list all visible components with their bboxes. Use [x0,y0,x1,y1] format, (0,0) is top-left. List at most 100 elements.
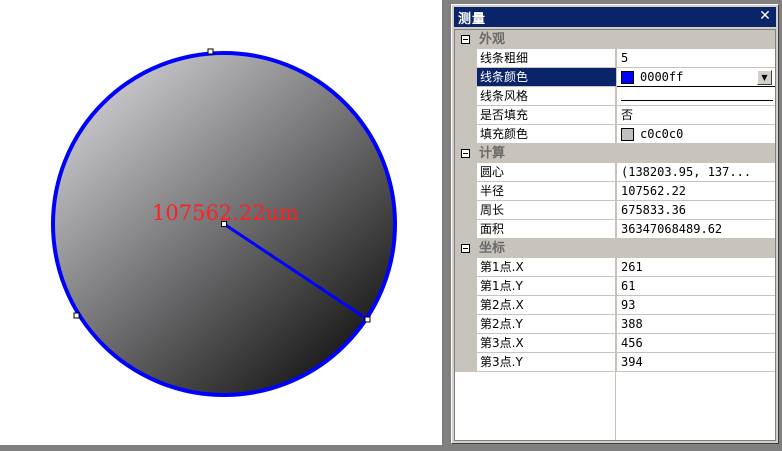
property-value-text: 0000ff [640,70,684,84]
property-row[interactable]: 第1点.Y 61 [455,277,775,296]
property-row[interactable]: 填充颜色 c0c0c0 [455,125,775,144]
row-gutter [455,353,477,372]
collapse-icon[interactable] [460,149,470,158]
property-value[interactable]: c0c0c0 [617,125,775,144]
row-gutter [455,125,477,144]
panel-title: 测量 [458,11,487,27]
category-label: 外观 [479,32,506,47]
property-name[interactable]: 第2点.X [477,296,617,315]
property-name[interactable]: 第3点.Y [477,353,617,372]
property-name[interactable]: 填充颜色 [477,125,617,144]
property-value-text: 394 [621,355,643,369]
category-toggle[interactable] [455,30,475,49]
category-toggle[interactable] [455,239,475,258]
row-gutter [455,220,477,239]
row-gutter [455,315,477,334]
property-value[interactable]: 61 [617,277,775,296]
row-gutter [455,68,477,87]
property-value-text: c0c0c0 [640,127,684,141]
line-style-preview [621,99,773,101]
property-name[interactable]: 线条颜色 [477,68,617,87]
measure-panel: 测量 ✕ 外观线条粗细 5 线条颜色 0000ff ▼ 线条风格 是否填充否填充颜色 c0c0… [451,4,779,444]
property-value-text: 93 [621,298,636,312]
property-row[interactable]: 第2点.Y 388 [455,315,775,334]
property-value-text: 36347068489.62 [621,222,723,236]
property-value[interactable]: (138203.95, 137... [617,163,775,182]
property-row[interactable]: 周长 675833.36 [455,201,775,220]
property-row[interactable]: 第3点.X 456 [455,334,775,353]
property-grid: 外观线条粗细 5 线条颜色 0000ff ▼ 线条风格 是否填充否填充颜色 c0c0c0 计算圆… [454,29,776,441]
property-value-text: 61 [621,279,636,293]
property-value[interactable]: 107562.22 [617,182,775,201]
property-name[interactable]: 第1点.X [477,258,617,277]
point-3-handle[interactable] [364,316,371,323]
row-gutter [455,182,477,201]
property-value[interactable]: 36347068489.62 [617,220,775,239]
radius-label: 107562.22um [152,201,299,225]
dropdown-arrow-icon[interactable]: ▼ [757,70,772,85]
property-name[interactable]: 面积 [477,220,617,239]
property-value-text: 261 [621,260,643,274]
property-value-text: 388 [621,317,643,331]
collapse-icon[interactable] [460,35,470,44]
property-row[interactable]: 圆心 (138203.95, 137... [455,163,775,182]
property-row[interactable]: 半径 107562.22 [455,182,775,201]
drawing-canvas[interactable]: 107562.22um [0,0,443,445]
color-swatch [621,127,634,141]
row-gutter [455,334,477,353]
property-name[interactable]: 第1点.Y [477,277,617,296]
property-row[interactable]: 面积 36347068489.62 [455,220,775,239]
row-gutter [455,49,477,68]
property-row[interactable]: 第2点.X 93 [455,296,775,315]
property-name[interactable]: 是否填充 [477,106,617,125]
color-swatch [621,70,634,84]
property-row[interactable]: 是否填充否 [455,106,775,125]
property-name[interactable]: 周长 [477,201,617,220]
property-rows: 外观线条粗细 5 线条颜色 0000ff ▼ 线条风格 是否填充否填充颜色 c0c0c0 计算圆… [455,30,775,372]
row-gutter [455,163,477,182]
property-row[interactable]: 线条风格 [455,87,775,106]
property-row[interactable]: 线条颜色 0000ff ▼ [455,68,775,87]
close-icon[interactable]: ✕ [757,9,773,24]
property-value-text: 456 [621,336,643,350]
point-1-handle[interactable] [207,48,214,55]
category-row[interactable]: 坐标 [455,239,775,258]
property-row[interactable]: 第3点.Y 394 [455,353,775,372]
category-label: 计算 [479,146,506,161]
collapse-icon[interactable] [460,244,470,253]
property-value[interactable]: 5 [617,49,775,68]
property-value[interactable] [617,87,775,106]
property-value-text: 5 [621,51,629,65]
row-gutter [455,296,477,315]
category-label: 坐标 [479,241,506,256]
category-toggle[interactable] [455,144,475,163]
property-name[interactable]: 第3点.X [477,334,617,353]
panel-titlebar[interactable]: 测量 ✕ [454,7,776,27]
property-value[interactable]: 675833.36 [617,201,775,220]
row-gutter [455,277,477,296]
property-value-text: 107562.22 [621,184,687,198]
point-2-handle[interactable] [73,312,80,319]
property-name[interactable]: 第2点.Y [477,315,617,334]
row-gutter [455,106,477,125]
row-gutter [455,258,477,277]
property-value[interactable]: 456 [617,334,775,353]
property-value-text: (138203.95, 137... [621,165,752,179]
property-value[interactable]: 388 [617,315,775,334]
property-row[interactable]: 第1点.X 261 [455,258,775,277]
property-value[interactable]: 0000ff [617,68,775,87]
row-gutter [455,87,477,106]
property-name[interactable]: 线条粗细 [477,49,617,68]
property-value[interactable]: 261 [617,258,775,277]
property-name[interactable]: 半径 [477,182,617,201]
property-value[interactable]: 93 [617,296,775,315]
property-value[interactable]: 394 [617,353,775,372]
property-value[interactable]: 否 [617,106,775,125]
property-value-text: 675833.36 [621,203,687,217]
category-row[interactable]: 计算 [455,144,775,163]
category-row[interactable]: 外观 [455,30,775,49]
property-value-text: 否 [621,108,634,122]
property-name[interactable]: 线条风格 [477,87,617,106]
property-row[interactable]: 线条粗细 5 [455,49,775,68]
property-name[interactable]: 圆心 [477,163,617,182]
